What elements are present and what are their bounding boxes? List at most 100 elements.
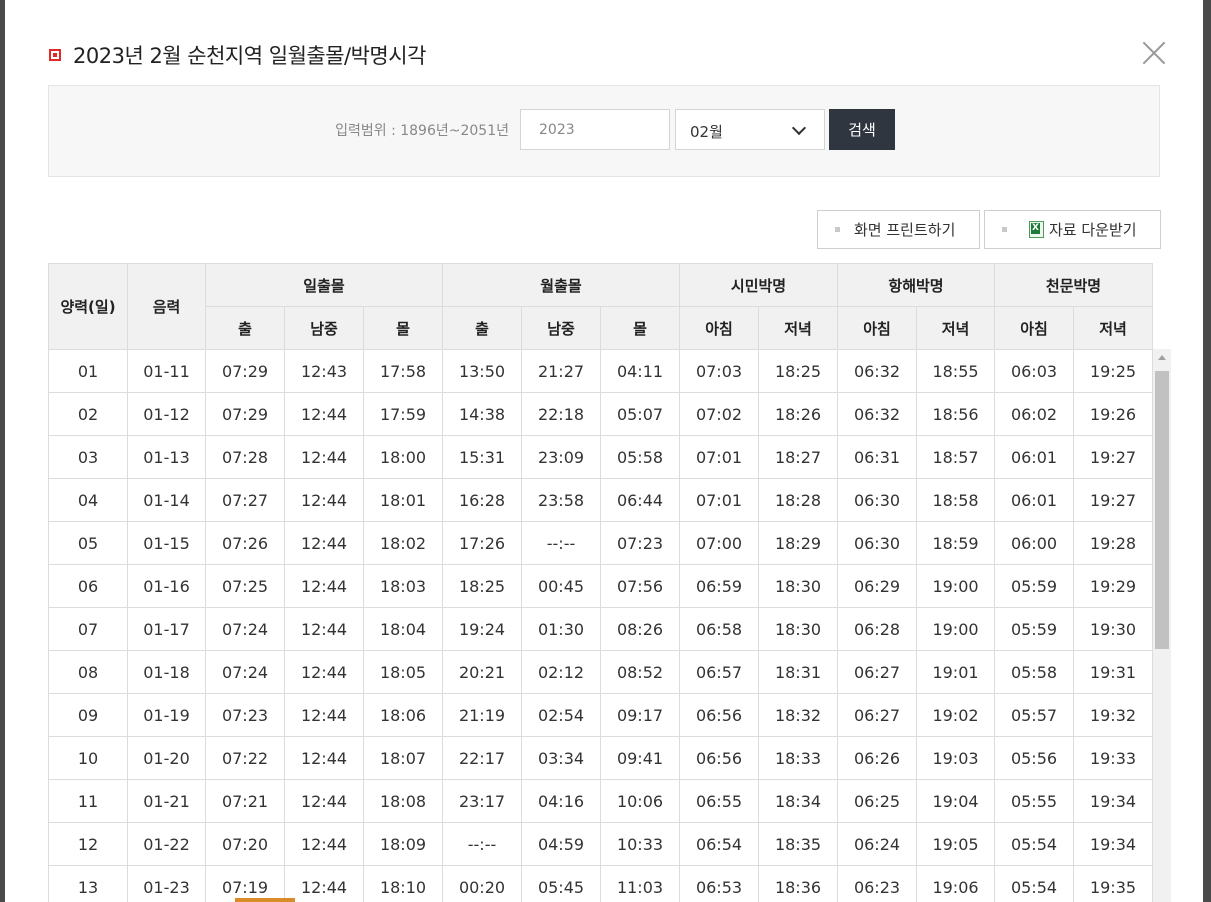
table-cell: 21:27 [521, 349, 601, 393]
scrollbar-thumb[interactable] [1155, 371, 1169, 649]
table-cell: 00:20 [442, 865, 522, 902]
table-cell: 01-12 [127, 392, 206, 436]
header-solar-date: 양력(일) [48, 263, 128, 350]
table-cell: 18:55 [916, 349, 995, 393]
table-cell: 06:55 [679, 779, 759, 823]
table-cell: 12:44 [284, 736, 364, 780]
scroll-up-icon[interactable] [1158, 355, 1166, 360]
subheader-nautical-morning: 아침 [837, 306, 917, 350]
table-cell: 12 [48, 822, 128, 866]
table-row: 03 01-13 07:28 12:44 18:00 15:31 23:09 05:58 07:… [48, 435, 1153, 479]
table-cell: 19:00 [916, 564, 995, 608]
table-cell: 06:28 [837, 607, 917, 651]
table-cell: 06:00 [994, 521, 1074, 565]
table-row: 08 01-18 07:24 12:44 18:05 20:21 02:12 08:52 06:… [48, 650, 1153, 694]
table-body: 01 01-11 07:29 12:43 17:58 13:50 21:27 04:11 07:… [48, 349, 1153, 902]
table-cell: 04:16 [521, 779, 601, 823]
table-cell: 16:28 [442, 478, 522, 522]
table-cell: 02:12 [521, 650, 601, 694]
subheader-sunrise: 출 [205, 306, 285, 350]
table-cell: 01-13 [127, 435, 206, 479]
table-cell: --:-- [521, 521, 601, 565]
table-cell: 12:44 [284, 779, 364, 823]
table-cell: 06:32 [837, 349, 917, 393]
table-cell: 18:26 [758, 392, 838, 436]
table-cell: 07:24 [205, 650, 285, 694]
table-cell: 12:44 [284, 435, 364, 479]
bullet-icon [835, 227, 840, 232]
table-cell: 10:33 [600, 822, 680, 866]
year-input[interactable] [520, 109, 670, 150]
close-icon[interactable] [1141, 40, 1167, 66]
header-civil-twilight: 시민박명 [679, 263, 838, 307]
table-cell: 06:44 [600, 478, 680, 522]
table-cell: 07:01 [679, 478, 759, 522]
table-cell: 11:03 [600, 865, 680, 902]
table-cell: 06 [48, 564, 128, 608]
table-cell: 22:17 [442, 736, 522, 780]
table-row: 05 01-15 07:26 12:44 18:02 17:26 --:-- 07:23 07:… [48, 521, 1153, 565]
table-cell: 05:58 [600, 435, 680, 479]
table-cell: 12:44 [284, 693, 364, 737]
table-cell: 06:54 [679, 822, 759, 866]
table-cell: 19:28 [1073, 521, 1153, 565]
table-cell: 18:25 [442, 564, 522, 608]
table-cell: 05:56 [994, 736, 1074, 780]
table-cell: 06:32 [837, 392, 917, 436]
print-button[interactable]: 화면 프린트하기 [817, 210, 980, 249]
subheader-civil-morning: 아침 [679, 306, 759, 350]
table-row: 04 01-14 07:27 12:44 18:01 16:28 23:58 06:44 07:… [48, 478, 1153, 522]
table-cell: 23:17 [442, 779, 522, 823]
table-cell: 19:24 [442, 607, 522, 651]
table-cell: 18:27 [758, 435, 838, 479]
table-cell: 06:25 [837, 779, 917, 823]
table-cell: 07:22 [205, 736, 285, 780]
table-cell: 01-14 [127, 478, 206, 522]
table-cell: 01:30 [521, 607, 601, 651]
table-cell: 18:58 [916, 478, 995, 522]
table-cell: 18:36 [758, 865, 838, 902]
table-cell: 14:38 [442, 392, 522, 436]
table-cell: 18:03 [363, 564, 443, 608]
table-cell: 09 [48, 693, 128, 737]
scrollbar[interactable] [1153, 349, 1171, 902]
table-cell: 05:59 [994, 564, 1074, 608]
table-cell: 19:02 [916, 693, 995, 737]
table-cell: 04:11 [600, 349, 680, 393]
table-cell: 06:53 [679, 865, 759, 902]
table-cell: 00:45 [521, 564, 601, 608]
table-cell: 08:26 [600, 607, 680, 651]
table-cell: 12:44 [284, 650, 364, 694]
month-select[interactable]: 02월 [675, 109, 825, 150]
table-cell: 12:44 [284, 478, 364, 522]
bullet-icon [1002, 227, 1007, 232]
table-cell: 19:01 [916, 650, 995, 694]
table-cell: 10 [48, 736, 128, 780]
table-row: 10 01-20 07:22 12:44 18:07 22:17 03:34 09:41 06:… [48, 736, 1153, 780]
table-cell: 18:06 [363, 693, 443, 737]
table-cell: 06:01 [994, 478, 1074, 522]
taskbar-accent [235, 898, 295, 902]
table-cell: 19:03 [916, 736, 995, 780]
table-cell: 19:00 [916, 607, 995, 651]
table-cell: 19:34 [1073, 822, 1153, 866]
table-cell: 18:02 [363, 521, 443, 565]
table-cell: 07:29 [205, 392, 285, 436]
table-cell: 12:44 [284, 607, 364, 651]
table-cell: 18:28 [758, 478, 838, 522]
download-button[interactable]: 자료 다운받기 [984, 210, 1161, 249]
table-cell: 19:34 [1073, 779, 1153, 823]
subheader-moonrise: 출 [442, 306, 522, 350]
table-cell: 12:44 [284, 865, 364, 902]
table-cell: 19:26 [1073, 392, 1153, 436]
subheader-nautical-evening: 저녁 [916, 306, 995, 350]
table-body-scroll[interactable]: 01 01-11 07:29 12:43 17:58 13:50 21:27 04:11 07:… [48, 349, 1173, 902]
table-cell: 07:26 [205, 521, 285, 565]
table-cell: 06:56 [679, 736, 759, 780]
table-cell: 07:23 [205, 693, 285, 737]
table-cell: 07:01 [679, 435, 759, 479]
table-cell: 06:27 [837, 650, 917, 694]
subheader-sunset: 몰 [363, 306, 443, 350]
search-button[interactable]: 검색 [829, 109, 895, 150]
header-astronomical-twilight: 천문박명 [994, 263, 1153, 307]
